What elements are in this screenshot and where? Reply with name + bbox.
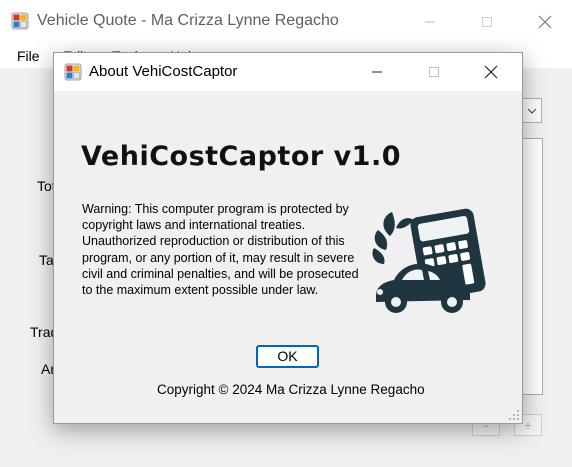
maximize-icon[interactable] [465,0,509,44]
dialog-minimize-icon[interactable] [354,53,400,91]
chevron-down-icon [527,108,536,114]
dialog-close-icon[interactable] [468,53,514,91]
app-icon [11,12,29,30]
ok-button[interactable]: OK [256,345,319,368]
tax-label: Ta [39,252,54,268]
dialog-title: About VehiCostCaptor [89,63,238,80]
minimize-icon[interactable] [408,0,452,44]
about-dialog: About VehiCostCaptor VehiCostCaptor v1.0… [53,52,523,424]
dialog-title-bar[interactable]: About VehiCostCaptor [54,53,522,91]
calculator-car-logo-icon [372,206,492,318]
menu-file[interactable]: File [17,48,40,64]
main-title-bar[interactable]: Vehicle Quote - Ma Crizza Lynne Regacho [0,0,572,44]
main-window-title: Vehicle Quote - Ma Crizza Lynne Regacho [37,12,339,29]
dialog-maximize-icon[interactable] [411,53,457,91]
close-icon[interactable] [523,0,567,44]
dialog-app-icon [64,63,82,81]
copyright-notice: Copyright © 2024 Ma Crizza Lynne Regacho [157,382,425,397]
vehicle-combo-dropdown[interactable] [521,98,542,123]
resize-grip-icon[interactable] [508,409,520,421]
app-name-heading: VehiCostCaptor v1.0 [81,141,402,172]
copyright-warning: Warning: This computer program is protec… [82,202,359,298]
